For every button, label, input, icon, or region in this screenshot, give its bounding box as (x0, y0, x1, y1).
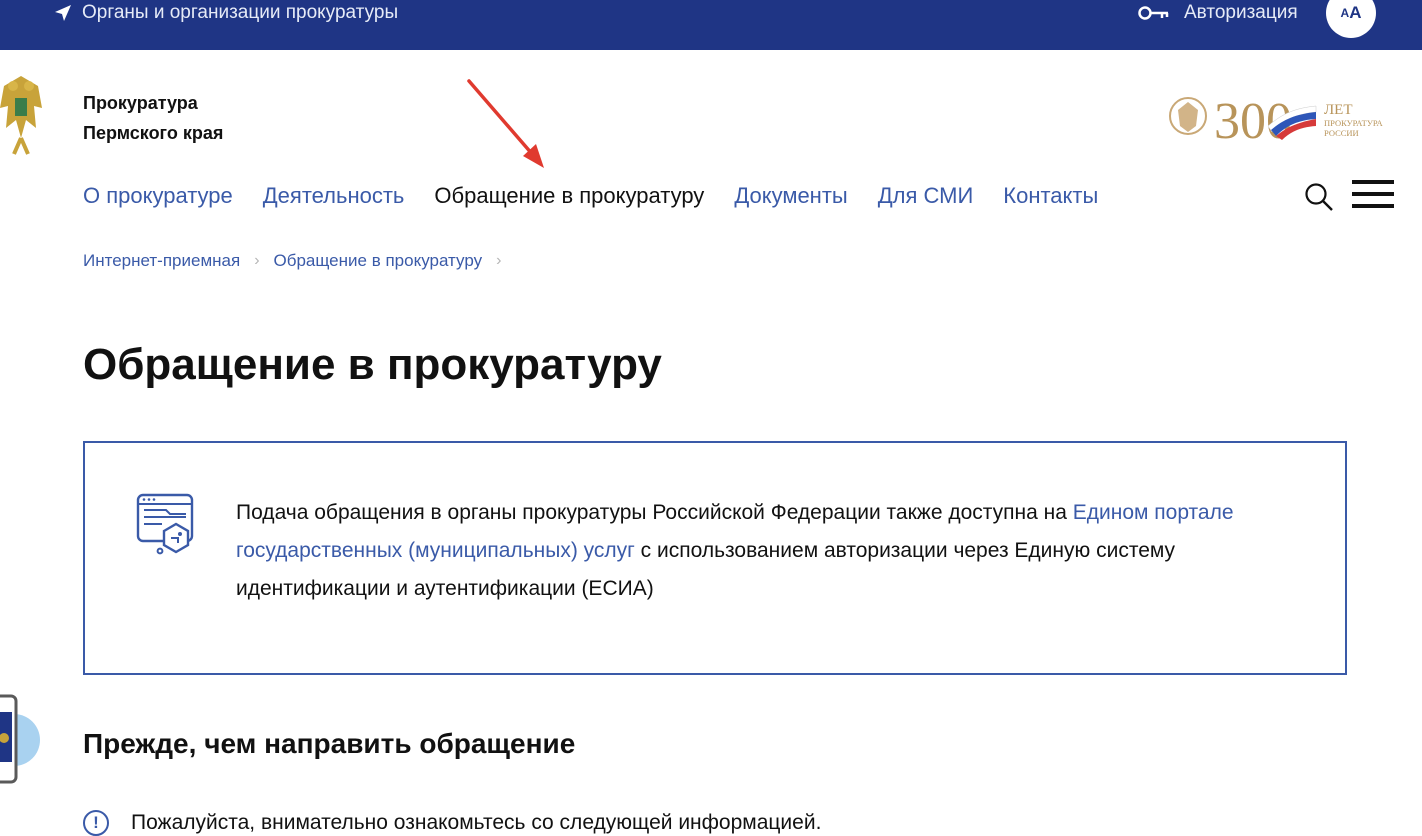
orgs-link[interactable]: Органы и организации прокуратуры (54, 2, 398, 24)
section-heading: Прежде, чем направить обращение (83, 728, 576, 759)
auth-link[interactable]: Авторизация (1138, 2, 1298, 24)
top-bar: Органы и организации прокуратуры Авториз… (0, 0, 1422, 50)
nav-item-contacts[interactable]: Контакты (1003, 183, 1098, 209)
page-title: Обращение в прокуратуру (83, 340, 662, 389)
anniversary-logo: 300 ЛЕТ ПРОКУРАТУРА РОССИИ (1169, 93, 1384, 144)
exclamation-icon: ! (83, 810, 109, 836)
nav-item-appeal[interactable]: Обращение в прокуратуру (434, 183, 704, 209)
nav-item-documents[interactable]: Документы (734, 183, 847, 209)
annotation-arrow-icon (467, 79, 544, 168)
font-size-toggle-button[interactable]: АА (1326, 0, 1376, 38)
org-name-line1: Прокуратура (83, 93, 198, 113)
nav-item-media[interactable]: Для СМИ (878, 183, 974, 209)
nav-item-about[interactable]: О прокуратуре (83, 183, 233, 209)
anniversary-line1: ПРОКУРАТУРА (1324, 118, 1384, 128)
main-nav: О прокуратуре Деятельность Обращение в п… (83, 183, 1098, 209)
breadcrumb-item-appeal[interactable]: Обращение в прокуратуру (274, 251, 483, 271)
org-name-line2: Пермского края (83, 123, 224, 143)
key-icon (1138, 6, 1169, 20)
font-small-glyph: А (1340, 6, 1350, 20)
anniversary-word: ЛЕТ (1324, 102, 1353, 118)
font-big-glyph: А (1349, 3, 1362, 22)
search-icon[interactable] (1304, 182, 1334, 212)
side-widget-icon[interactable] (0, 690, 42, 786)
info-text: Подача обращения в органы прокуратуры Ро… (236, 494, 1296, 608)
auth-link-label: Авторизация (1184, 2, 1298, 23)
chevron-right-icon: › (496, 252, 502, 269)
anniversary-line2: РОССИИ (1324, 128, 1359, 138)
notice-text: Пожалуйста, внимательно ознакомьтесь со … (131, 811, 822, 834)
emblem-icon[interactable] (0, 68, 44, 156)
org-name[interactable]: Прокуратура Пермского края (83, 88, 223, 148)
notice: ! Пожалуйста, внимательно ознакомьтесь с… (83, 810, 821, 836)
breadcrumb-item-reception[interactable]: Интернет-приемная (83, 251, 240, 271)
digital-document-icon (136, 493, 194, 555)
location-arrow-icon (55, 5, 71, 21)
chevron-right-icon: › (254, 252, 260, 269)
info-text-before: Подача обращения в органы прокуратуры Ро… (236, 501, 1073, 524)
info-box: Подача обращения в органы прокуратуры Ро… (83, 441, 1347, 675)
nav-item-activity[interactable]: Деятельность (263, 183, 405, 209)
orgs-link-label: Органы и организации прокуратуры (82, 2, 399, 23)
breadcrumb: Интернет-приемная › Обращение в прокурат… (83, 251, 501, 271)
hamburger-menu-icon[interactable] (1352, 180, 1394, 212)
